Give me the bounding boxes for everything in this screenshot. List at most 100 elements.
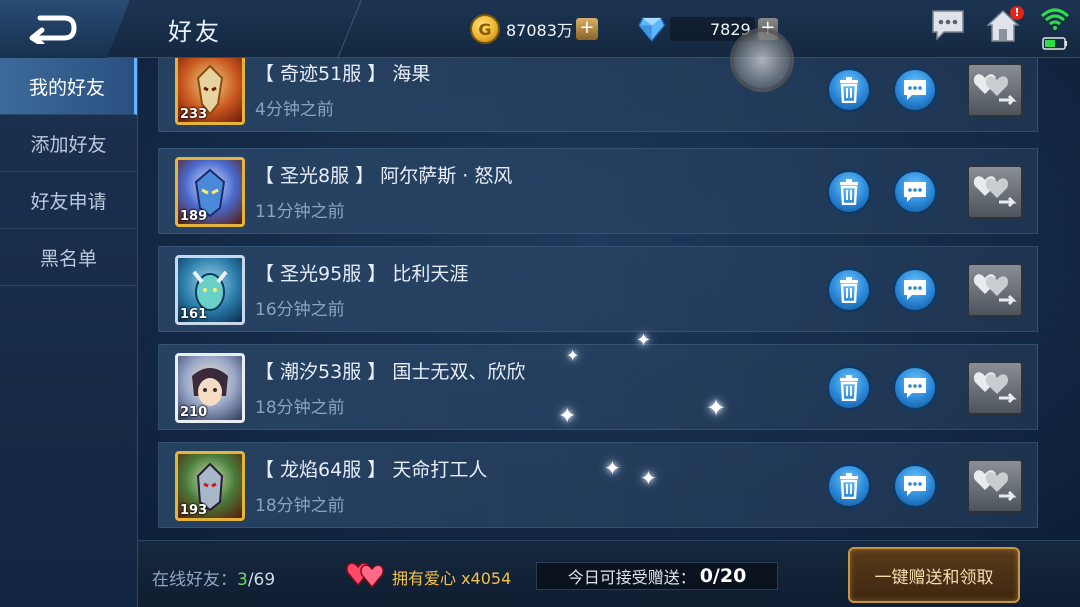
back-arrow-icon (29, 15, 77, 44)
gift-limit: 今日可接受赠送： 0/20 (536, 562, 778, 590)
online-total: /69 (247, 570, 276, 590)
send-and-claim-all-button[interactable]: 一键赠送和领取 (848, 547, 1020, 603)
friend-name: 【 潮汐53服 】 国士无双、欣欣 (255, 357, 525, 384)
chat-friend-button[interactable] (893, 366, 937, 410)
chat-icon (904, 182, 926, 202)
friend-level: 161 (180, 307, 208, 322)
friend-avatar[interactable]: 233 (175, 58, 245, 125)
gift-label: 今日可接受赠送： (567, 568, 696, 587)
friend-row: 210 【 潮汐53服 】 国士无双、欣欣 18分钟之前 (158, 344, 1038, 430)
friend-name: 【 圣光8服 】 阿尔萨斯 · 怒风 (255, 161, 512, 188)
header-divider (308, 0, 362, 58)
friend-server: 【 圣光95服 】 (255, 263, 387, 285)
chat-friend-button[interactable] (893, 68, 937, 112)
chat-friend-button[interactable] (893, 268, 937, 312)
friend-last-online: 18分钟之前 (255, 496, 345, 516)
trash-icon (840, 77, 858, 103)
page-title: 好友 (168, 18, 222, 46)
gold-coin-icon: G (470, 14, 500, 44)
add-gold-button[interactable]: + (575, 18, 598, 40)
sparkle-icon: ✦ (640, 466, 657, 490)
delete-friend-button[interactable] (827, 268, 871, 312)
sparkle-icon: ✦ (604, 456, 621, 480)
friend-server: 【 龙焰64服 】 (255, 459, 387, 481)
sidebar-item-label: 添加好友 (30, 133, 107, 156)
friend-name: 【 龙焰64服 】 天命打工人 (255, 455, 487, 482)
send-heart-button[interactable] (967, 165, 1023, 219)
delete-friend-button[interactable] (827, 170, 871, 214)
sidebar-item-add-friend[interactable]: 添加好友 (0, 115, 137, 172)
trash-icon (840, 277, 858, 303)
friend-avatar[interactable]: 189 (175, 157, 245, 227)
chat-friend-button[interactable] (893, 170, 937, 214)
friend-name: 【 圣光95服 】 比利天涯 (255, 259, 468, 286)
home-button[interactable]: ! (986, 6, 1024, 48)
sidebar-item-label: 我的好友 (28, 76, 105, 99)
friend-avatar[interactable]: 193 (175, 451, 245, 521)
friend-last-online: 4分钟之前 (255, 100, 334, 120)
delete-friend-button[interactable] (827, 464, 871, 508)
friend-server: 【 潮汐53服 】 (255, 361, 387, 383)
delete-friend-button[interactable] (827, 68, 871, 112)
online-friends: 在线好友：3/69 (152, 565, 275, 590)
sparkle-icon: ✦ (706, 394, 727, 422)
friend-level: 189 (180, 209, 208, 224)
sidebar-item-blacklist[interactable]: 黑名单 (0, 229, 137, 286)
sparkle-icon: ✦ (558, 404, 577, 429)
friend-nickname: 天命打工人 (392, 459, 488, 481)
floating-assistive-button[interactable] (730, 28, 794, 92)
send-heart-button[interactable] (967, 63, 1023, 117)
friend-level: 210 (180, 405, 208, 420)
chat-icon (904, 80, 926, 100)
sidebar-item-label: 黑名单 (39, 247, 97, 270)
diamond-icon (638, 17, 666, 43)
heart-send-icon (973, 470, 1017, 502)
sparkle-icon: ✦ (566, 346, 580, 365)
friend-row: 193 【 龙焰64服 】 天命打工人 18分钟之前 (158, 442, 1038, 528)
friend-row: 161 【 圣光95服 】 比利天涯 16分钟之前 (158, 246, 1038, 332)
friend-server: 【 奇迹51服 】 (255, 63, 387, 85)
sidebar-item-my-friends[interactable]: 我的好友 (0, 58, 137, 115)
trash-icon (840, 179, 858, 205)
chat-friend-button[interactable] (893, 464, 937, 508)
send-heart-button[interactable] (967, 263, 1023, 317)
hearts-count: 拥有爱心 x4054 (392, 569, 512, 588)
trash-icon (840, 473, 858, 499)
chat-bubble-icon (932, 10, 964, 41)
online-label: 在线好友： (152, 570, 237, 590)
friend-avatar[interactable]: 161 (175, 255, 245, 325)
send-heart-button[interactable] (967, 459, 1023, 513)
send-heart-button[interactable] (967, 361, 1023, 415)
friend-list[interactable]: 233 【 奇迹51服 】 海果 4分钟之前 189 【 圣光8服 】 阿尔萨斯… (158, 58, 1038, 532)
friend-row: 233 【 奇迹51服 】 海果 4分钟之前 (158, 58, 1038, 132)
friend-server: 【 圣光8服 】 (255, 165, 375, 187)
top-bar: 好友 G 87083万 + 7829 + ! (0, 0, 1080, 58)
friend-nickname: 国士无双、欣欣 (392, 361, 526, 383)
chat-icon (904, 280, 926, 300)
sidebar-item-friend-requests[interactable]: 好友申请 (0, 172, 137, 229)
online-count: 3 (237, 570, 248, 590)
gold-currency: G 87083万 + (470, 13, 608, 45)
delete-friend-button[interactable] (827, 366, 871, 410)
friends-screen: 好友 G 87083万 + 7829 + ! 我的好友 添加好友 好友申请 黑名… (0, 0, 1080, 607)
wifi-battery-icon (1040, 8, 1070, 50)
notification-badge: ! (1010, 6, 1024, 20)
friend-last-online: 16分钟之前 (255, 300, 345, 320)
friend-last-online: 11分钟之前 (255, 202, 345, 222)
chat-button[interactable] (930, 8, 966, 46)
friend-level: 233 (180, 107, 208, 122)
friend-last-online: 18分钟之前 (255, 398, 345, 418)
chat-icon (904, 476, 926, 496)
sparkle-icon: ✦ (636, 330, 652, 351)
header-tools: ! (900, 0, 1080, 58)
heart-send-icon (973, 74, 1017, 106)
friend-level: 193 (180, 503, 208, 518)
friend-avatar[interactable]: 210 (175, 353, 245, 423)
bottom-bar: 在线好友：3/69 拥有爱心 x4054 今日可接受赠送： 0/20 一键赠送和… (138, 540, 1080, 607)
hearts-icon (344, 559, 388, 597)
back-button[interactable] (0, 0, 130, 58)
sidebar: 我的好友 添加好友 好友申请 黑名单 (0, 58, 138, 607)
chat-icon (904, 378, 926, 398)
friend-name: 【 奇迹51服 】 海果 (255, 59, 430, 86)
friend-nickname: 比利天涯 (392, 263, 469, 285)
